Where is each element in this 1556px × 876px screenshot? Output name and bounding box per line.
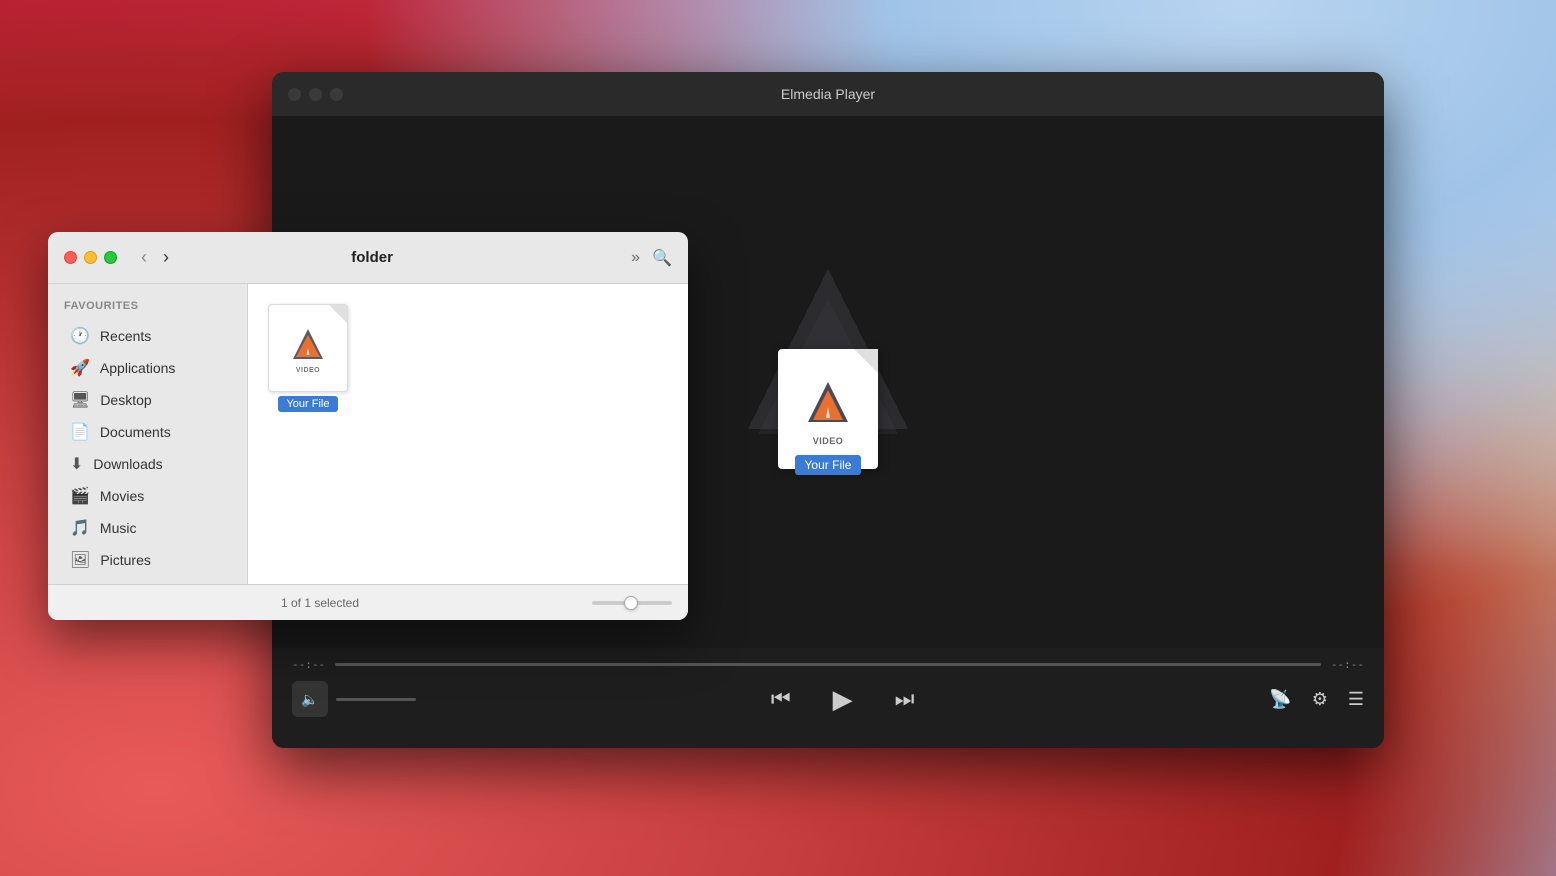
center-controls: ⏮ ▶ ⏭ [416,677,1269,721]
sidebar-item-label-pictures: Pictures [100,552,151,568]
finder-main: VIDEO Your File [248,284,688,584]
sidebar-item-documents[interactable]: 📄 Documents [54,416,241,448]
play-button[interactable]: ▶ [821,677,865,721]
time-start: --:-- [292,658,325,671]
finder-body: Favourites 🕐 Recents 🚀 Applications 🖥 De… [48,284,688,584]
time-end: --:-- [1331,658,1364,671]
player-file-type: VIDEO [813,436,844,446]
recents-icon: 🕐 [70,326,90,346]
traffic-lights [64,251,117,264]
sidebar-item-music[interactable]: 🎵 Music [54,512,241,544]
volume-section: 🔈 [292,681,416,717]
file-name-tag: Your File [278,396,337,412]
documents-icon: 📄 [70,422,90,442]
sidebar-item-label-documents: Documents [100,424,171,440]
search-button[interactable]: 🔍 [652,248,672,268]
player-controls-area: --:-- --:-- 🔈 ⏮ ▶ ⏭ 📡 ⚙ ☰ [272,648,1384,748]
close-button[interactable] [64,251,77,264]
sidebar-item-label-downloads: Downloads [93,456,162,472]
minimize-button[interactable] [84,251,97,264]
downloads-icon: ⬇ [70,454,83,474]
file-card: VIDEO [268,304,348,392]
file-grid: VIDEO Your File [268,304,668,564]
settings-button[interactable]: ⚙ [1312,689,1328,710]
progress-track[interactable] [335,663,1321,666]
player-maximize-button[interactable] [330,88,343,101]
finder-folder-name: folder [125,249,619,266]
sidebar-item-pictures[interactable]: 🖼 Pictures [54,544,241,576]
sidebar-item-label-movies: Movies [100,488,144,504]
controls-row: 🔈 ⏮ ▶ ⏭ 📡 ⚙ ☰ [272,677,1384,721]
player-file-name: Your File [795,455,862,475]
playlist-button[interactable]: ☰ [1348,689,1364,710]
finder-toolbar-right: » 🔍 [631,248,672,268]
sidebar-item-label-desktop: Desktop [100,392,151,408]
music-icon: 🎵 [70,518,90,538]
file-type-label: VIDEO [296,367,320,374]
finder-titlebar: ‹ › folder » 🔍 [48,232,688,284]
desktop-icon: 🖥 [70,390,90,410]
progress-bar-row: --:-- --:-- [272,648,1384,677]
finder-sidebar: Favourites 🕐 Recents 🚀 Applications 🖥 De… [48,284,248,584]
icon-size-slider[interactable] [592,601,672,605]
view-options-button[interactable]: » [631,249,640,267]
sidebar-item-label-recents: Recents [100,328,151,344]
pictures-icon: 🖼 [70,550,90,570]
finder-window: ‹ › folder » 🔍 Favourites 🕐 Recents 🚀 Ap… [48,232,688,620]
player-close-button[interactable] [288,88,301,101]
slider-thumb [624,596,638,610]
player-titlebar: Elmedia Player [272,72,1384,116]
airplay-button[interactable]: 📡 [1269,689,1291,710]
sidebar-item-applications[interactable]: 🚀 Applications [54,352,241,384]
status-text: 1 of 1 selected [64,596,576,610]
finder-statusbar: 1 of 1 selected [48,584,688,620]
applications-icon: 🚀 [70,358,90,378]
player-file-card: VIDEO [778,349,878,469]
player-title: Elmedia Player [781,86,875,102]
sidebar-item-movies[interactable]: 🎬 Movies [54,480,241,512]
file-item[interactable]: VIDEO Your File [268,304,348,412]
volume-button[interactable]: 🔈 [292,681,328,717]
sidebar-item-label-music: Music [100,520,137,536]
volume-icon: 🔈 [301,691,318,708]
sidebar-section-favourites: Favourites [48,300,247,320]
prev-button[interactable]: ⏮ [771,686,791,712]
player-traffic-lights [288,88,343,101]
file-logo [287,323,329,365]
movies-icon: 🎬 [70,486,90,506]
sidebar-item-recents[interactable]: 🕐 Recents [54,320,241,352]
sidebar-item-downloads[interactable]: ⬇ Downloads [54,448,241,480]
player-file-logo [798,372,858,432]
sidebar-item-desktop[interactable]: 🖥 Desktop [54,384,241,416]
maximize-button[interactable] [104,251,117,264]
volume-slider[interactable] [336,698,416,701]
player-file-display: VIDEO Your File [778,289,878,475]
next-button[interactable]: ⏭ [895,686,915,712]
player-minimize-button[interactable] [309,88,322,101]
right-controls: 📡 ⚙ ☰ [1269,689,1364,710]
sidebar-item-label-applications: Applications [100,360,176,376]
